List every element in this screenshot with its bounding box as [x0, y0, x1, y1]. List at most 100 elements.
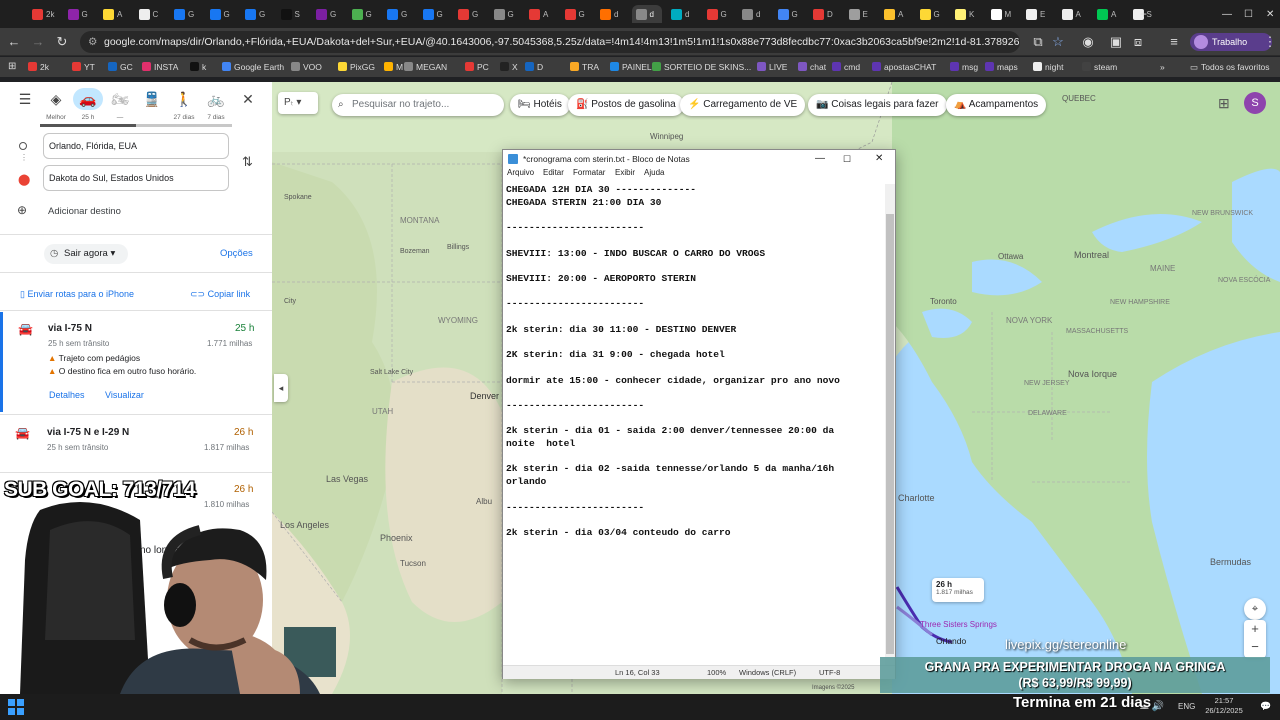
browser-tab[interactable]: A	[1058, 5, 1088, 23]
browser-tab[interactable]: A	[1093, 5, 1123, 23]
bookmark-item[interactable]: Google Earth	[222, 60, 284, 74]
notepad-titlebar[interactable]: *cronograma com sterin.txt - Bloco de No…	[503, 150, 895, 168]
browser-tab[interactable]: 2k	[28, 5, 58, 23]
browser-tab[interactable]: G	[419, 5, 449, 23]
browser-tab[interactable]: G	[241, 5, 271, 23]
browser-tab[interactable]: G	[703, 5, 733, 23]
bookmark-item[interactable]: k	[190, 60, 206, 74]
preview-link[interactable]: Visualizar	[105, 390, 144, 400]
install-icon[interactable]: ⧉	[1030, 34, 1046, 50]
reload-icon[interactable]: ↻	[54, 34, 70, 50]
chip-ev-charging[interactable]: ⚡ Carregamento de VE	[680, 94, 806, 116]
account-avatar[interactable]: S	[1244, 92, 1266, 114]
route-option-1[interactable]: 🚘 via I-75 N 25 h 25 h sem trânsito 1.77…	[0, 312, 272, 412]
destination-input[interactable]: Dakota do Sul, Estados Unidos	[43, 165, 229, 191]
windows-start-icon[interactable]	[8, 699, 24, 715]
browser-tab[interactable]: G	[383, 5, 413, 23]
browser-tab[interactable]: A	[99, 5, 129, 23]
leave-now-dropdown[interactable]: ◷ Sair agora ▾	[44, 244, 128, 264]
browser-tab[interactable]: G	[916, 5, 946, 23]
browser-tab[interactable]: G	[170, 5, 200, 23]
chip-things-to-do[interactable]: 📷 Coisas legais para fazer	[808, 94, 947, 116]
collapse-panel-icon[interactable]: ◂	[274, 374, 288, 402]
chip-camping[interactable]: ⛺ Acampamentos	[946, 94, 1047, 116]
browser-tab[interactable]: d	[667, 5, 697, 23]
site-info-icon[interactable]: ⚙	[88, 31, 97, 53]
minimize-icon[interactable]: —	[815, 150, 825, 168]
bookmark-item[interactable]: PixGG	[338, 60, 375, 74]
bookmark-item[interactable]: steam	[1082, 60, 1117, 74]
browser-tab[interactable]: d	[596, 5, 626, 23]
browser-tab[interactable]: G	[206, 5, 236, 23]
menu-edit[interactable]: Editar	[543, 168, 564, 177]
profile-button[interactable]: Trabalho	[1190, 33, 1272, 51]
browser-tab[interactable]: G	[312, 5, 342, 23]
scrollbar-thumb[interactable]	[886, 214, 894, 654]
address-bar[interactable]: ⚙ google.com/maps/dir/Orlando,+Flórida,+…	[80, 31, 1020, 53]
search-along-route-input[interactable]: ⌕ Pesquisar no trajeto...	[332, 94, 504, 116]
menu-view[interactable]: Exibir	[615, 168, 635, 177]
bookmark-item[interactable]: SORTEIO DE SKINS...	[652, 60, 751, 74]
browser-tab[interactable]: E	[1022, 5, 1052, 23]
bookmark-item[interactable]: LIVE	[757, 60, 787, 74]
close-icon[interactable]: ✕	[875, 150, 883, 168]
back-icon[interactable]: ←	[6, 34, 22, 50]
bookmark-item[interactable]: X	[500, 60, 518, 74]
swap-icon[interactable]: ⇅	[242, 154, 253, 170]
browser-tab[interactable]: G	[454, 5, 484, 23]
extension-icon[interactable]: ◉	[1080, 34, 1096, 50]
bookmark-item[interactable]: 2k	[28, 60, 49, 74]
browser-tab[interactable]: G	[561, 5, 591, 23]
bookmark-item[interactable]: maps	[985, 60, 1018, 74]
close-icon[interactable]: ✕	[233, 88, 263, 110]
mode-best-icon[interactable]: ◈	[41, 88, 71, 110]
language-indicator[interactable]: ENG	[1178, 702, 1195, 711]
bookmark-item[interactable]: M	[384, 60, 403, 74]
mode-transit-icon[interactable]: 🚆	[137, 88, 167, 110]
notepad-text-area[interactable]: CHEGADA 12H DIA 30 -------------- CHEGAD…	[506, 184, 884, 664]
bookmark-item[interactable]: msg	[950, 60, 978, 74]
bookmark-item[interactable]: GC	[108, 60, 133, 74]
bookmark-item[interactable]: chat	[798, 60, 826, 74]
zoom-out-icon[interactable]: −	[1244, 638, 1266, 656]
bookmark-item[interactable]: D	[525, 60, 543, 74]
browser-tab[interactable]: A	[880, 5, 910, 23]
origin-input[interactable]: Orlando, Flórida, EUA	[43, 133, 229, 159]
bookmarks-folder[interactable]: ▭ Todos os favoritos	[1190, 60, 1270, 74]
more-bookmarks-icon[interactable]: »	[1160, 60, 1165, 74]
browser-tab[interactable]: d	[631, 5, 662, 23]
zoom-in-icon[interactable]: +	[1244, 620, 1266, 638]
mode-car-icon[interactable]: 🚗	[73, 88, 103, 110]
route-option-2[interactable]: 🚘 via I-75 N e I-29 N 26 h 25 h sem trân…	[0, 416, 272, 470]
browser-tab[interactable]: S	[277, 5, 307, 23]
browser-tab[interactable]: G	[490, 5, 520, 23]
my-location-icon[interactable]: ⌖	[1244, 598, 1266, 620]
notification-icon[interactable]: 💬	[1260, 701, 1271, 712]
bookmark-item[interactable]: apostasCHAT	[872, 60, 936, 74]
add-destination-button[interactable]: Adicionar destino	[48, 206, 121, 217]
apps-grid-icon[interactable]: ⊞	[8, 60, 16, 74]
system-clock[interactable]: 21:57 26/12/2025	[1202, 696, 1246, 716]
maximize-icon[interactable]: ☐	[843, 150, 851, 168]
options-link[interactable]: Opções	[220, 248, 253, 259]
browser-menu-icon[interactable]: ⋮	[1262, 34, 1278, 50]
browser-tab[interactable]: A	[525, 5, 555, 23]
menu-file[interactable]: Arquivo	[507, 168, 534, 177]
extensions-puzzle-icon[interactable]: ⧈	[1130, 34, 1146, 50]
copy-link-button[interactable]: ⊂⊃ Copiar link	[190, 289, 250, 300]
browser-tab[interactable]: K	[951, 5, 981, 23]
browser-tab[interactable]: D	[809, 5, 839, 23]
bookmark-item[interactable]: night	[1033, 60, 1063, 74]
layer-selector[interactable]: Pₜ ▾	[278, 92, 318, 114]
extension-icon[interactable]: ▣	[1108, 34, 1124, 50]
bookmark-item[interactable]: cmd	[832, 60, 860, 74]
new-tab-icon[interactable]: +	[1136, 5, 1166, 23]
chip-hotels[interactable]: 🛏 Hotéis	[510, 94, 570, 116]
browser-tab[interactable]: M	[987, 5, 1017, 23]
bookmark-item[interactable]: YT	[72, 60, 95, 74]
browser-tab[interactable]: G	[64, 5, 94, 23]
bookmark-item[interactable]: INSTA	[142, 60, 178, 74]
send-to-iphone-button[interactable]: ▯ Enviar rotas para o iPhone	[20, 289, 134, 300]
bookmark-item[interactable]: MEGAN	[404, 60, 447, 74]
route-time-bubble[interactable]: 26 h 1.817 milhas	[932, 578, 984, 602]
